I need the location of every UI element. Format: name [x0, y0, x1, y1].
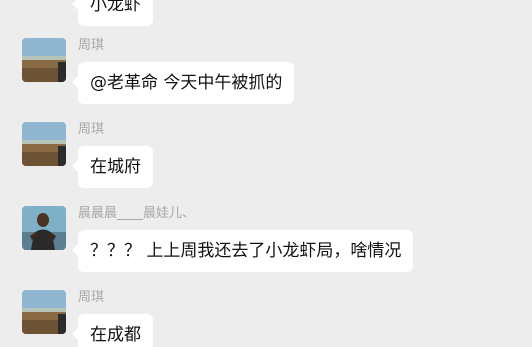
sender-name: 周琪 — [78, 290, 105, 305]
message-text: 在成都 — [90, 325, 141, 345]
sender-name: 周琪 — [78, 38, 105, 53]
avatar-landscape-image — [22, 122, 66, 166]
sender-name: 周琪 — [78, 122, 105, 137]
avatar-landscape-image — [22, 38, 66, 82]
avatar[interactable] — [22, 122, 66, 166]
sender-name: 晨晨晨____晨娃儿、 — [78, 206, 196, 221]
avatar-person-image — [22, 206, 66, 250]
chat-message-list: 小龙虾 周琪 @老革命 今天中午被抓的 周琪 在城府 晨晨晨____晨娃儿、 ？… — [0, 0, 532, 347]
message-bubble[interactable]: @老革命 今天中午被抓的 — [71, 62, 295, 104]
avatar[interactable] — [22, 206, 66, 250]
message-text: 在城府 — [90, 157, 141, 177]
message-text: @老革命 今天中午被抓的 — [90, 73, 283, 93]
message-text: ？？？ 上上周我还去了小龙虾局，啥情况 — [90, 241, 402, 261]
message-bubble[interactable]: 小龙虾 — [72, 0, 153, 26]
message-text: 小龙虾 — [90, 0, 141, 15]
message-bubble[interactable]: 在城府 — [72, 146, 153, 188]
message-bubble[interactable]: ？？？ 上上周我还去了小龙虾局，啥情况 — [71, 230, 414, 272]
message-bubble[interactable]: 在成都 — [72, 314, 153, 347]
avatar[interactable] — [22, 290, 66, 334]
avatar-landscape-image — [22, 290, 66, 334]
avatar[interactable] — [22, 38, 66, 82]
